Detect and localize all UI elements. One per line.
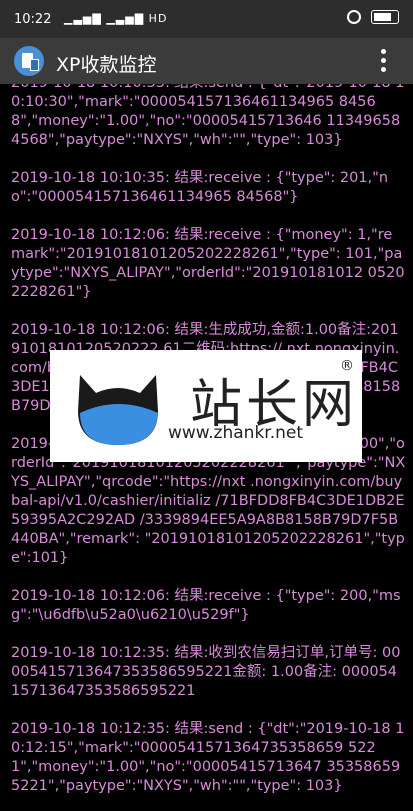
cat-logo-icon bbox=[78, 375, 158, 445]
battery-icon bbox=[371, 10, 399, 24]
app-logo-icon bbox=[14, 46, 44, 76]
alarm-icon bbox=[347, 10, 361, 24]
log-entry: 2019-10-18 10:12:35: 结果:收到农信易扫订单,订单号: 00… bbox=[11, 645, 401, 699]
watermark-url: www.zhankr.net bbox=[168, 423, 304, 443]
app-toolbar: XP收款监控 bbox=[0, 38, 413, 84]
signal-icons: ▁▃▅▇ ▁▃▅▇ HD bbox=[64, 12, 168, 25]
app-title: XP收款监控 bbox=[56, 54, 157, 76]
watermark-overlay: 站长网 ® www.zhankr.net bbox=[50, 350, 362, 462]
log-entry: 2019-10-18 10:10:35: 结果:receive : {"type… bbox=[11, 170, 389, 205]
registered-mark: ® bbox=[340, 358, 354, 374]
log-entry: 2019-10-18 10:12:06: 结果:receive : {"type… bbox=[11, 588, 401, 623]
log-entry: 2019-10-18 10:10:35: 结果:send : {"dt":"20… bbox=[11, 84, 404, 148]
log-entry: 2019-10-18 10:12:35: 结果:send : {"dt":"20… bbox=[11, 721, 405, 794]
status-bar: 10:22 ▁▃▅▇ ▁▃▅▇ HD bbox=[0, 0, 413, 38]
status-time: 10:22 bbox=[14, 12, 52, 27]
overflow-menu-icon[interactable] bbox=[381, 49, 387, 73]
log-entry: 2019-10-18 10:12:06: 结果:receive : {"mone… bbox=[11, 227, 405, 300]
status-right-icons bbox=[347, 10, 399, 24]
